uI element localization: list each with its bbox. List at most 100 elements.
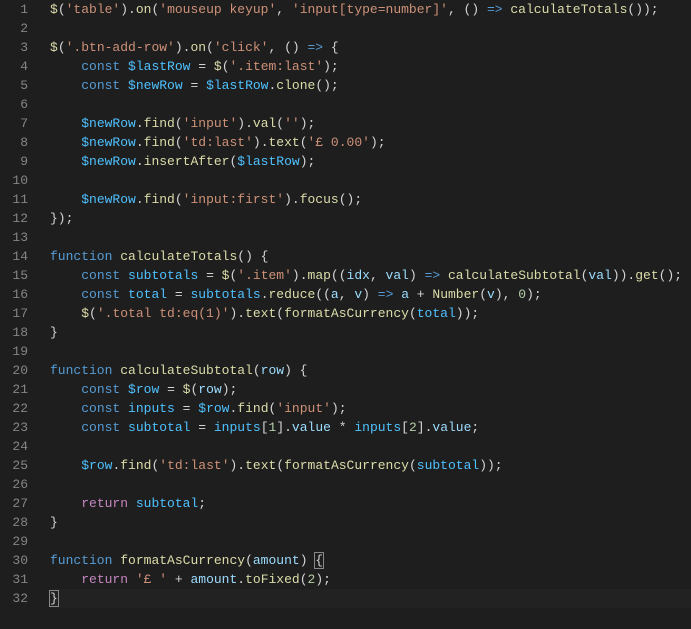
token: '.btn-add-row'	[66, 40, 175, 55]
token: )	[300, 553, 316, 568]
token: clone	[276, 78, 315, 93]
token: const	[81, 401, 120, 416]
token: find	[144, 192, 175, 207]
code-line[interactable]: $('table').on('mouseup keyup', 'input[ty…	[50, 0, 691, 19]
token: text	[245, 458, 276, 473]
token: val	[386, 268, 409, 283]
line-number: 5	[0, 76, 28, 95]
line-number: 6	[0, 95, 28, 114]
token: '£ 0.00'	[308, 135, 370, 150]
token	[50, 59, 81, 74]
code-line[interactable]	[50, 95, 691, 114]
line-number: 4	[0, 57, 28, 76]
token: $	[81, 306, 89, 321]
token: ).	[229, 306, 245, 321]
code-line[interactable]: function formatAsCurrency(amount) {	[50, 551, 691, 570]
code-line[interactable]	[50, 532, 691, 551]
token: on	[190, 40, 206, 55]
token	[128, 496, 136, 511]
token: )	[409, 268, 425, 283]
token: return	[81, 496, 128, 511]
code-line[interactable]	[50, 19, 691, 38]
token: toFixed	[245, 572, 300, 587]
code-line[interactable]: return subtotal;	[50, 494, 691, 513]
line-number: 29	[0, 532, 28, 551]
token: formatAsCurrency	[120, 553, 245, 568]
token: =	[183, 78, 206, 93]
code-line[interactable]: $newRow.find('input').val('');	[50, 114, 691, 133]
token: Number	[432, 287, 479, 302]
token: 2	[409, 420, 417, 435]
token: '£ '	[136, 572, 167, 587]
token: +	[409, 287, 432, 302]
token: .	[136, 192, 144, 207]
code-line[interactable]	[50, 228, 691, 247]
token	[50, 116, 81, 131]
token: val	[253, 116, 276, 131]
token	[120, 382, 128, 397]
token: calculateTotals	[120, 249, 237, 264]
token: );	[331, 401, 347, 416]
code-line[interactable]: }	[50, 513, 691, 532]
code-line[interactable]: const subtotal = inputs[1].value * input…	[50, 418, 691, 437]
code-line[interactable]	[50, 342, 691, 361]
token: const	[81, 268, 120, 283]
code-line[interactable]: $newRow.find('input:first').focus();	[50, 190, 691, 209]
token: value	[292, 420, 331, 435]
token: value	[432, 420, 471, 435]
token: '.total td:eq(1)'	[97, 306, 230, 321]
code-line[interactable]	[50, 475, 691, 494]
token	[50, 496, 81, 511]
code-area[interactable]: $('table').on('mouseup keyup', 'input[ty…	[40, 0, 691, 629]
token: =	[175, 401, 198, 416]
line-number: 9	[0, 152, 28, 171]
token: =	[198, 268, 221, 283]
code-line[interactable]: function calculateSubtotal(row) {	[50, 361, 691, 380]
token: (	[89, 306, 97, 321]
token	[120, 287, 128, 302]
token: (	[409, 306, 417, 321]
token: const	[81, 382, 120, 397]
token: a	[401, 287, 409, 302]
token: find	[120, 458, 151, 473]
code-line[interactable]: });	[50, 209, 691, 228]
code-line[interactable]: $newRow.find('td:last').text('£ 0.00');	[50, 133, 691, 152]
token: $lastRow	[128, 59, 190, 74]
code-line[interactable]: const $newRow = $lastRow.clone();	[50, 76, 691, 95]
token: 'table'	[66, 2, 121, 17]
token: .	[136, 116, 144, 131]
token: );	[526, 287, 542, 302]
code-line[interactable]: const subtotals = $('.item').map((idx, v…	[50, 266, 691, 285]
code-line[interactable]	[50, 171, 691, 190]
token: calculateSubtotal	[120, 363, 253, 378]
code-line[interactable]: }	[50, 323, 691, 342]
line-number: 1	[0, 0, 28, 19]
code-line[interactable]: }	[50, 589, 691, 608]
code-line[interactable]	[50, 437, 691, 456]
token	[50, 572, 81, 587]
code-line[interactable]: const $lastRow = $('.item:last');	[50, 57, 691, 76]
token: , ()	[448, 2, 487, 17]
token: );	[300, 154, 316, 169]
code-line[interactable]: $newRow.insertAfter($lastRow);	[50, 152, 691, 171]
token: (	[276, 306, 284, 321]
line-number: 3	[0, 38, 28, 57]
code-editor[interactable]: 1234567891011121314151617181920212223242…	[0, 0, 691, 629]
token	[128, 572, 136, 587]
token: ].	[417, 420, 433, 435]
code-line[interactable]: const inputs = $row.find('input');	[50, 399, 691, 418]
code-line[interactable]: $('.btn-add-row').on('click', () => {	[50, 38, 691, 57]
token	[120, 78, 128, 93]
token: }	[50, 325, 58, 340]
token: ));	[456, 306, 479, 321]
code-line[interactable]: const total = subtotals.reduce((a, v) =>…	[50, 285, 691, 304]
token: formatAsCurrency	[284, 458, 409, 473]
token: ());	[627, 2, 658, 17]
code-line[interactable]: const $row = $(row);	[50, 380, 691, 399]
line-number: 23	[0, 418, 28, 437]
code-line[interactable]: $row.find('td:last').text(formatAsCurren…	[50, 456, 691, 475]
code-line[interactable]: function calculateTotals() {	[50, 247, 691, 266]
code-line[interactable]: $('.total td:eq(1)').text(formatAsCurren…	[50, 304, 691, 323]
token: ).	[175, 40, 191, 55]
code-line[interactable]: return '£ ' + amount.toFixed(2);	[50, 570, 691, 589]
